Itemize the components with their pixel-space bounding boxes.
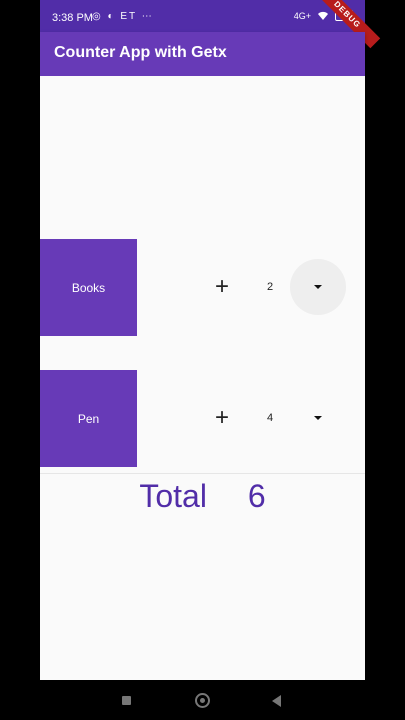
network-label: 4G+ (293, 10, 311, 21)
app-bar: Counter App with Getx (40, 32, 365, 76)
books-count: 2 (266, 281, 274, 293)
counter-body: Books + 2 Pen + 4 Total 6 (40, 76, 365, 680)
recents-square-icon[interactable] (122, 696, 131, 705)
product-name: Pen (77, 411, 100, 426)
status-time: 3:38 PM (52, 12, 93, 24)
plus-icon: + (214, 273, 229, 300)
divider (40, 473, 365, 474)
status-notification-icons: ◎ ◐ ET ⋯ (92, 11, 154, 22)
phone-screen: 3:38 PM ◎ ◐ ET ⋯ 4G+ 18 DEBUG Counter Ap… (40, 0, 381, 720)
product-tile-books: Books (40, 239, 137, 336)
plus-icon: + (214, 404, 229, 431)
decrement-books-button[interactable] (290, 259, 346, 315)
wifi-icon (318, 11, 328, 20)
total-value: 6 (247, 478, 266, 514)
product-tile-pen: Pen (40, 370, 137, 467)
product-name: Books (71, 280, 106, 295)
pen-count: 4 (266, 412, 274, 424)
decrement-pen-button[interactable] (290, 390, 346, 446)
total-row: Total 6 (40, 478, 365, 522)
app-title: Counter App with Getx (54, 44, 227, 61)
back-triangle-icon[interactable] (272, 695, 281, 707)
increment-pen-button[interactable]: + (207, 403, 237, 433)
system-nav-bar (40, 680, 365, 720)
status-bar: 3:38 PM ◎ ◐ ET ⋯ 4G+ 18 DEBUG (40, 0, 381, 49)
home-circle-icon[interactable] (195, 693, 210, 708)
total-label: Total (139, 478, 207, 514)
increment-books-button[interactable]: + (207, 272, 237, 302)
arrow-drop-down-icon (314, 285, 322, 289)
arrow-drop-down-icon (314, 416, 322, 420)
